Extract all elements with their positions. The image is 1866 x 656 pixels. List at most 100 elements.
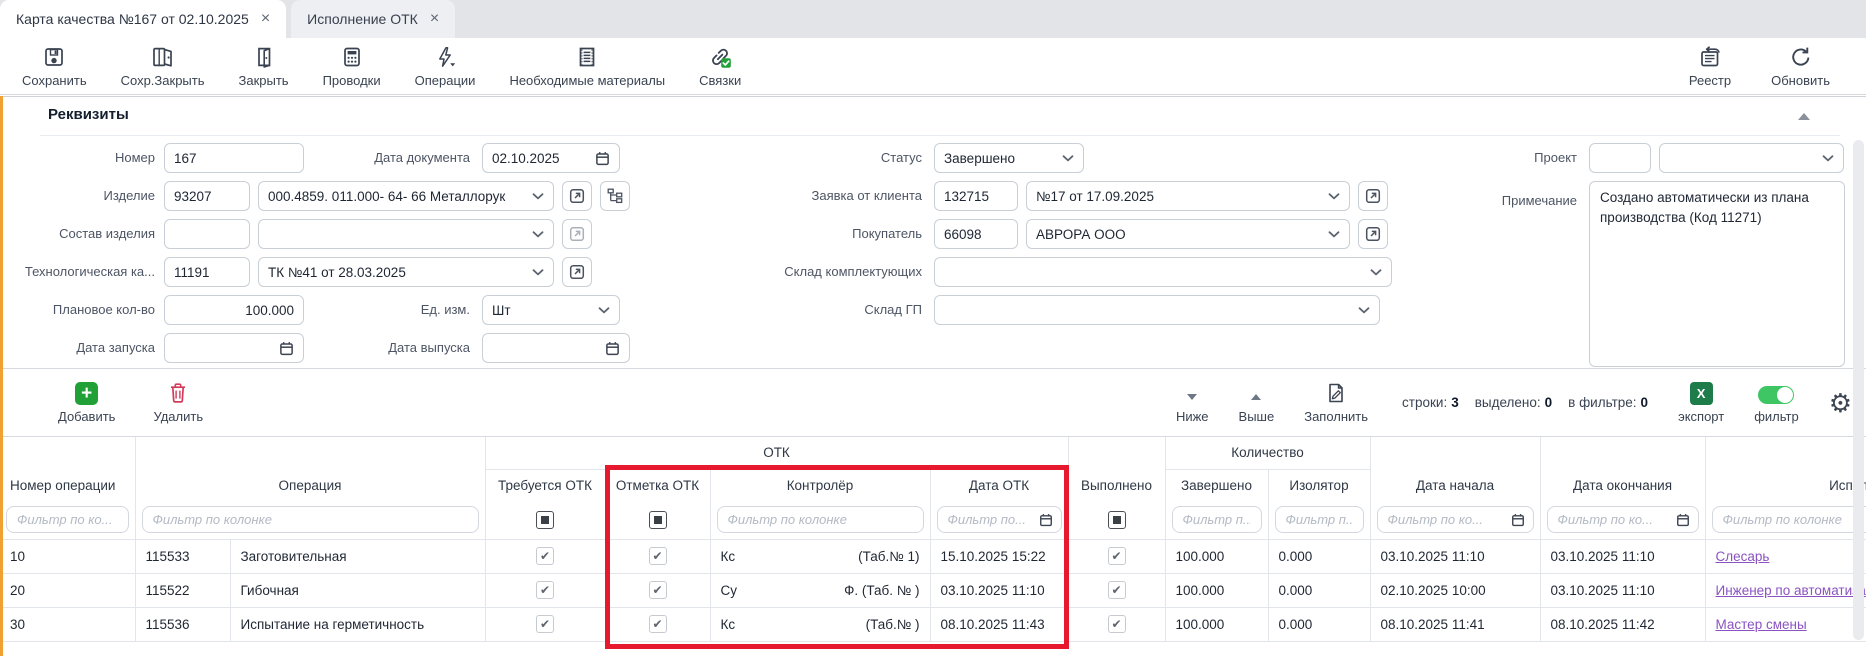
release-date-field[interactable] [482, 333, 630, 363]
document-date-field[interactable]: 02.10.2025 [482, 143, 620, 173]
table-row[interactable]: 20 115522 Гибочная ✔ ✔ СуФ. (Таб. № ) 03… [0, 573, 1866, 607]
chevron-down-icon[interactable] [1328, 231, 1340, 238]
column-header[interactable]: Дата ОТК [930, 469, 1068, 501]
open-order-button[interactable] [1358, 181, 1388, 211]
refresh-button[interactable]: Обновить [1771, 45, 1830, 88]
executor-link[interactable]: Слесарь [1716, 549, 1770, 564]
column-header[interactable]: Изолятор [1268, 469, 1370, 501]
checkbox-checked-icon[interactable]: ✔ [536, 547, 554, 565]
operations-button[interactable]: Операции [415, 45, 476, 88]
finished-goods-warehouse-select[interactable] [934, 295, 1380, 325]
calendar-icon[interactable] [595, 151, 610, 166]
column-header[interactable]: Дата окончания [1540, 469, 1705, 501]
client-order-select[interactable]: №17 от 17.09.2025 [1026, 181, 1350, 211]
registry-button[interactable]: Реестр [1689, 45, 1731, 88]
checkbox-checked-icon[interactable]: ✔ [536, 581, 554, 599]
chevron-down-icon[interactable] [532, 231, 544, 238]
buyer-code-field[interactable]: 66098 [934, 219, 1018, 249]
gear-icon[interactable]: ⚙ [1829, 391, 1852, 415]
calendar-icon[interactable] [279, 341, 294, 356]
checkbox-checked-icon[interactable]: ✔ [536, 615, 554, 633]
project-code-field[interactable] [1589, 143, 1651, 173]
save-close-button[interactable]: Сохр.Закрыть [121, 45, 205, 88]
close-button[interactable]: Закрыть [239, 45, 289, 88]
chevron-down-icon[interactable] [1062, 155, 1074, 162]
checkbox-checked-icon[interactable]: ✔ [649, 615, 667, 633]
filter-input[interactable] [1284, 511, 1355, 528]
table-row[interactable]: 10 115533 Заготовительная ✔ ✔ Кс(Таб.№ 1… [0, 539, 1866, 573]
planned-quantity-field[interactable]: 100.000 [164, 295, 304, 325]
executor-link[interactable]: Мастер смены [1716, 617, 1807, 632]
move-up-button[interactable]: Выше [1239, 381, 1275, 424]
checkbox-checked-icon[interactable]: ✔ [1108, 581, 1126, 599]
collapse-panel-icon[interactable] [1798, 113, 1810, 120]
components-warehouse-select[interactable] [934, 257, 1392, 287]
product-select[interactable]: 000.4859. 011.000- 64- 66 Металлорук [258, 181, 554, 211]
checkbox-filter-icon[interactable] [649, 511, 667, 529]
add-row-button[interactable]: + Добавить [58, 381, 115, 424]
chevron-down-icon[interactable] [1370, 269, 1382, 276]
filter-input[interactable] [1386, 511, 1507, 528]
chevron-down-icon[interactable] [598, 307, 610, 314]
filter-input[interactable] [726, 511, 915, 528]
chevron-down-icon[interactable] [1358, 307, 1370, 314]
checkbox-checked-icon[interactable]: ✔ [1108, 615, 1126, 633]
column-header[interactable]: Требуется ОТК [485, 469, 605, 501]
checkbox-filter-icon[interactable] [1108, 511, 1126, 529]
close-tab-icon[interactable]: × [430, 11, 439, 27]
column-header[interactable]: Выполнено [1068, 469, 1165, 501]
filter-input[interactable] [1721, 511, 1866, 528]
open-tech-card-button[interactable] [562, 257, 592, 287]
product-composition-code-field[interactable] [164, 219, 250, 249]
calendar-icon[interactable] [605, 341, 620, 356]
product-code-field[interactable]: 93207 [164, 181, 250, 211]
chevron-down-icon[interactable] [532, 193, 544, 200]
filter-input[interactable] [151, 511, 470, 528]
project-select[interactable] [1659, 143, 1844, 173]
client-order-code-field[interactable]: 132715 [934, 181, 1018, 211]
unit-select[interactable]: Шт [482, 295, 620, 325]
filter-input[interactable] [1181, 511, 1253, 528]
tab-quality-card[interactable]: Карта качества №167 от 02.10.2025 × [0, 0, 286, 38]
chevron-down-icon[interactable] [1328, 193, 1340, 200]
tech-card-select[interactable]: ТК №41 от 28.03.2025 [258, 257, 554, 287]
open-buyer-button[interactable] [1358, 219, 1388, 249]
calendar-icon[interactable] [1511, 513, 1525, 527]
excel-export-button[interactable]: X экспорт [1678, 381, 1724, 424]
filter-toggle[interactable]: фильтр [1754, 381, 1798, 424]
open-product-button[interactable] [562, 181, 592, 211]
links-button[interactable]: Связки [699, 45, 741, 88]
checkbox-filter-icon[interactable] [536, 511, 554, 529]
checkbox-checked-icon[interactable]: ✔ [1108, 547, 1126, 565]
number-field[interactable]: 167 [164, 143, 304, 173]
column-header[interactable]: Контролёр [710, 469, 930, 501]
vertical-scrollbar[interactable] [1853, 140, 1864, 640]
status-select[interactable]: Завершено [934, 143, 1084, 173]
buyer-select[interactable]: АВРОРА ООО [1026, 219, 1350, 249]
checkbox-checked-icon[interactable]: ✔ [649, 581, 667, 599]
product-tree-button[interactable] [600, 181, 630, 211]
column-header[interactable]: Отметка ОТК [605, 469, 710, 501]
filter-input[interactable] [1556, 511, 1672, 528]
executor-link[interactable]: Инженер по автоматиза [1716, 583, 1866, 598]
launch-date-field[interactable] [164, 333, 304, 363]
column-header[interactable]: Операция [135, 469, 485, 501]
product-composition-select[interactable] [258, 219, 554, 249]
save-button[interactable]: Сохранить [22, 45, 87, 88]
table-row[interactable]: 30 115536 Испытание на герметичность ✔ ✔… [0, 607, 1866, 641]
column-header[interactable]: Дата начала [1370, 469, 1540, 501]
move-down-button[interactable]: Ниже [1176, 381, 1209, 424]
checkbox-checked-icon[interactable]: ✔ [649, 547, 667, 565]
filter-input[interactable] [946, 511, 1035, 528]
required-materials-button[interactable]: Необходимые материалы [509, 45, 665, 88]
tab-otk-execution[interactable]: Исполнение ОТК × [291, 0, 455, 38]
column-header[interactable]: Завершено [1165, 469, 1268, 501]
fill-button[interactable]: Заполнить [1304, 381, 1368, 424]
chevron-down-icon[interactable] [1822, 155, 1834, 162]
calendar-icon[interactable] [1676, 513, 1690, 527]
filter-input[interactable] [15, 511, 120, 528]
postings-button[interactable]: Проводки [323, 45, 381, 88]
chevron-down-icon[interactable] [532, 269, 544, 276]
calendar-icon[interactable] [1039, 513, 1053, 527]
open-composition-button[interactable] [562, 219, 592, 249]
